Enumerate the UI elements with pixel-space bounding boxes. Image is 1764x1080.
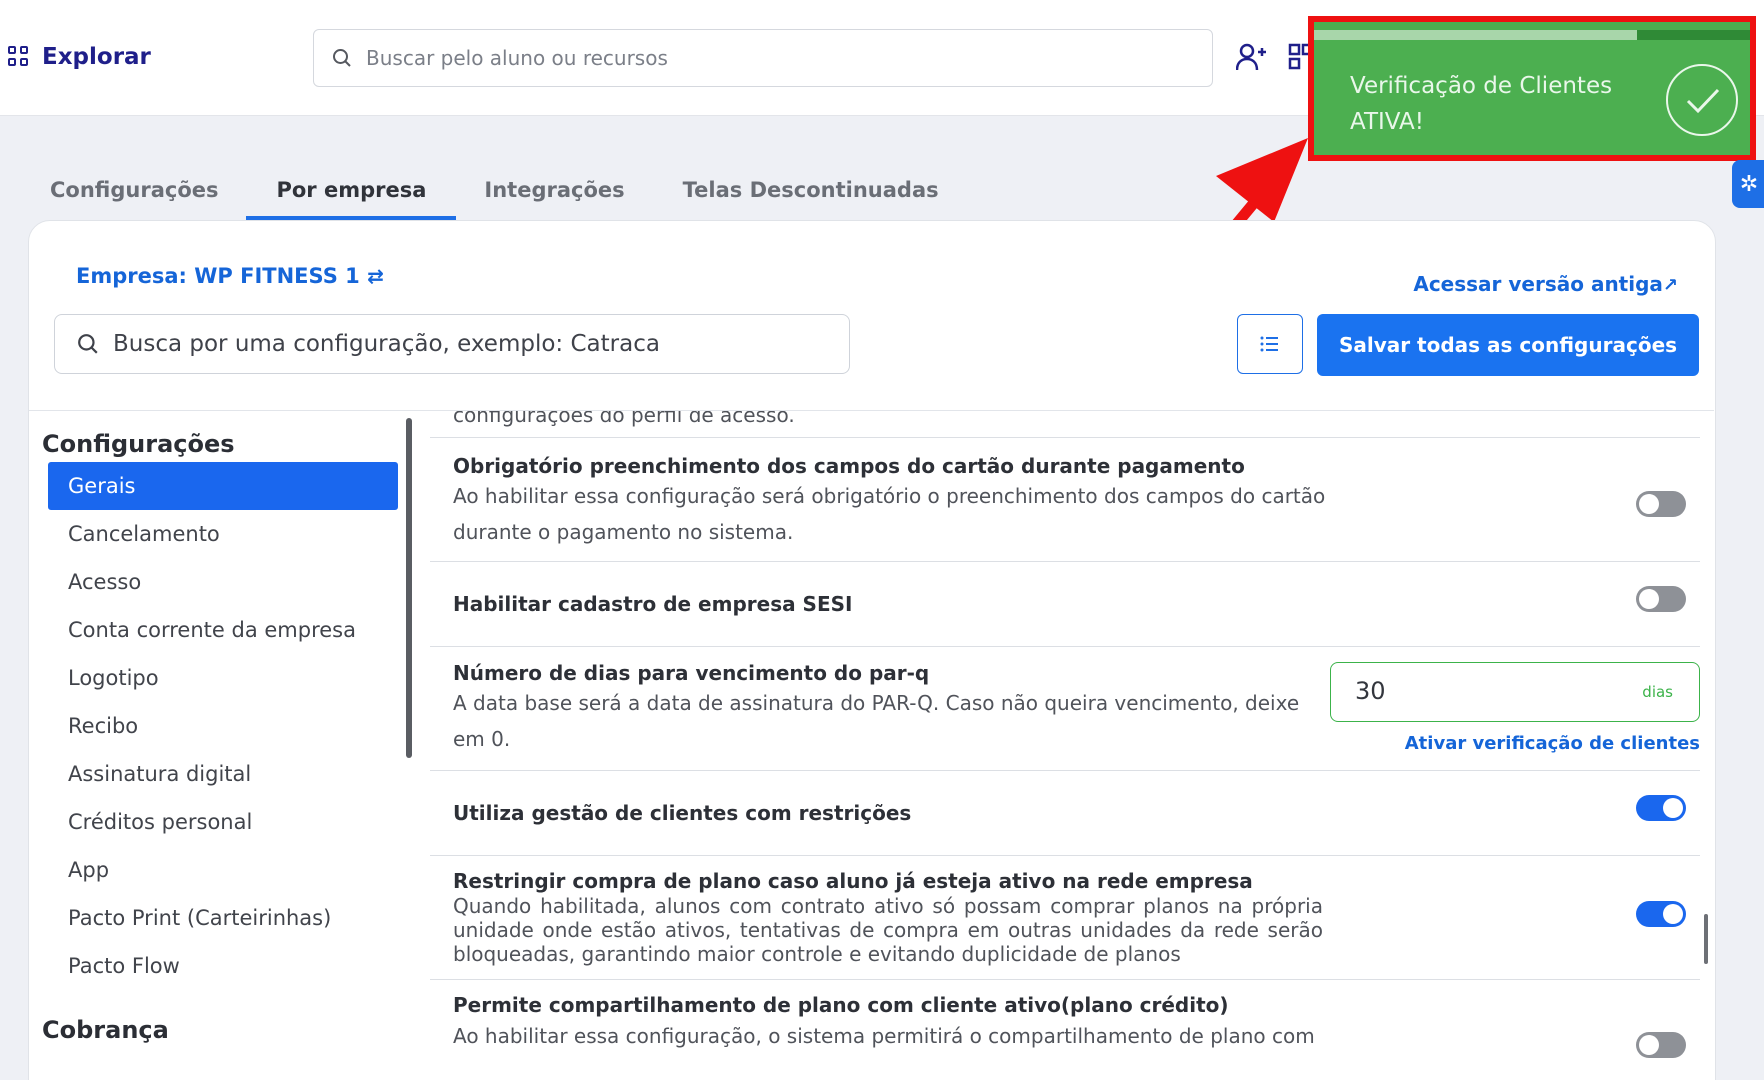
asterisk-icon: ✲ [1739,171,1759,197]
sidebar: Configurações Gerais Cancelamento Acesso… [40,430,400,1048]
config-search-input[interactable] [113,331,833,357]
search-icon [78,334,98,354]
sidebar-item-creditos-personal[interactable]: Créditos personal [48,798,398,846]
settings-row-restrictions: Utiliza gestão de clientes com restriçõe… [430,771,1700,856]
explore-menu[interactable]: Explorar [8,44,151,70]
old-version-label: Acessar versão antiga [1413,272,1663,296]
sidebar-item-pacto-print[interactable]: Pacto Print (Carteirinhas) [48,894,398,942]
main-tabs: Configurações Por empresa Integrações Te… [50,168,997,220]
search-icon [333,49,351,67]
settings-list: configurações do perfil de acesso. Obrig… [430,411,1700,1080]
sidebar-item-acesso[interactable]: Acesso [48,558,398,606]
restrict-purchase-toggle[interactable] [1636,901,1686,927]
global-search-input[interactable] [366,46,1186,70]
settings-row-restrict-purchase: Restringir compra de plano caso aluno já… [430,856,1700,980]
tab-configuracoes[interactable]: Configurações [50,168,218,220]
global-search[interactable] [313,29,1213,87]
tab-integracoes[interactable]: Integrações [484,168,624,220]
setting-description-2: durante o pagamento no sistema. [453,520,794,544]
parq-days-input[interactable]: 30 dias [1330,662,1700,722]
list-icon [1260,336,1278,352]
toast-progress-bar [1314,30,1750,40]
side-widget-tab[interactable]: ✲ [1732,160,1764,208]
sidebar-section-cobranca: Cobrança [42,1016,169,1044]
setting-title: Restringir compra de plano caso aluno já… [453,869,1253,893]
grid-icon [8,46,30,68]
sidebar-item-logotipo[interactable]: Logotipo [48,654,398,702]
setting-description-2: em 0. [453,727,511,751]
content-scrollbar[interactable] [1704,914,1708,964]
activate-client-verification-link[interactable]: Ativar verificação de clientes [1405,733,1700,754]
toast-message: Verificação de Clientes ATIVA! [1350,73,1613,135]
list-view-button[interactable] [1237,314,1303,374]
sidebar-item-recibo[interactable]: Recibo [48,702,398,750]
setting-description: A data base será a data de assinatura do… [453,691,1300,715]
external-link-icon: ↗ [1662,275,1678,296]
company-label: Empresa: WP FITNESS 1 [76,264,360,288]
setting-description: Ao habilitar essa configuração será obri… [453,484,1326,508]
config-search[interactable] [54,314,850,374]
sidebar-scrollbar[interactable] [406,418,412,758]
parq-days-value: 30 [1355,677,1386,705]
plan-sharing-toggle[interactable] [1636,1032,1686,1058]
sidebar-item-assinatura-digital[interactable]: Assinatura digital [48,750,398,798]
setting-title: Número de dias para vencimento do par-q [453,661,930,685]
add-user-icon[interactable] [1236,42,1268,72]
save-all-button[interactable]: Salvar todas as configurações [1317,314,1699,376]
sidebar-item-app[interactable]: App [48,846,398,894]
sidebar-item-cancelamento[interactable]: Cancelamento [48,510,398,558]
sidebar-item-conta-corrente[interactable]: Conta corrente da empresa [48,606,398,654]
tab-telas-descontinuadas[interactable]: Telas Descontinuadas [683,168,939,220]
parq-days-unit: dias [1642,683,1673,701]
sidebar-section-configuracoes: Configurações [42,430,235,458]
explore-label: Explorar [42,44,151,70]
setting-title: Utiliza gestão de clientes com restriçõe… [453,801,912,825]
check-circle-icon [1666,64,1738,136]
toast-notification[interactable]: Verificação de Clientes ATIVA! [1308,16,1756,161]
sidebar-item-gerais[interactable]: Gerais [48,462,398,510]
sidebar-item-pacto-flow[interactable]: Pacto Flow [48,942,398,990]
settings-row-cut: configurações do perfil de acesso. [430,411,1700,438]
setting-title: Habilitar cadastro de empresa SESI [453,592,853,616]
old-version-link[interactable]: Acessar versão antiga↗ [1413,272,1678,296]
setting-title: Permite compartilhamento de plano com cl… [453,993,1229,1017]
tab-por-empresa[interactable]: Por empresa [246,168,457,220]
settings-row-card-fields: Obrigatório preenchimento dos campos do … [430,438,1700,562]
company-selector[interactable]: Empresa: WP FITNESS 1 ⇄ [76,264,384,288]
settings-row-sesi: Habilitar cadastro de empresa SESI [430,562,1700,647]
setting-description: Ao habilitar essa configuração, o sistem… [453,1024,1315,1048]
sesi-toggle[interactable] [1636,586,1686,612]
toast-progress-fill [1314,30,1637,40]
card-fields-toggle[interactable] [1636,491,1686,517]
setting-title: Obrigatório preenchimento dos campos do … [453,454,1245,478]
settings-row-plan-sharing: Permite compartilhamento de plano com cl… [430,980,1700,1080]
setting-description: Quando habilitada, alunos com contrato a… [453,894,1323,966]
swap-icon[interactable]: ⇄ [367,264,384,288]
restrictions-toggle[interactable] [1636,795,1686,821]
cut-description: configurações do perfil de acesso. [453,411,795,427]
